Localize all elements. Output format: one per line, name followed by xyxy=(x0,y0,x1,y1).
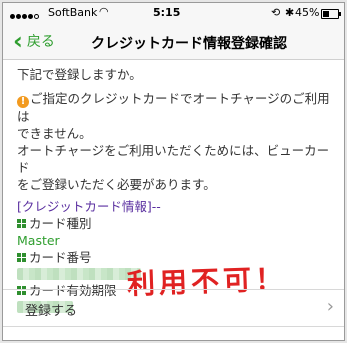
signal-dots-icon xyxy=(10,9,40,22)
register-button[interactable]: 登録する › xyxy=(3,289,344,327)
screen-frame: SoftBank ◠ 5:15 ⟲ ✱ 45% ‹ 戻る クレジットカード情報登… xyxy=(2,2,345,341)
green-square-icon xyxy=(17,218,27,229)
bluetooth-icon: ✱ xyxy=(285,6,295,19)
section-title: [クレジットカード情報]-- xyxy=(17,199,161,214)
page-title: クレジットカード情報登録確認 xyxy=(91,36,287,52)
info-line-1: オートチャージをご利用いただくためには、ビューカード xyxy=(17,143,330,175)
warning-message: ! ご指定のクレジットカードでオートチャージのご利用は できません。 オートチャー… xyxy=(17,90,337,193)
card-number-redacted xyxy=(17,268,141,280)
warning-line-1: ご指定のクレジットカードでオートチャージのご利用は xyxy=(17,91,330,124)
card-type-value: Master xyxy=(17,233,60,248)
back-button[interactable]: ‹ 戻る xyxy=(13,28,55,54)
chevron-left-icon: ‹ xyxy=(13,27,23,55)
chevron-right-icon: › xyxy=(326,296,334,317)
info-line-2: をご登録いただく必要があります。 xyxy=(17,177,216,192)
card-type-label: カード種別 xyxy=(29,216,92,231)
wifi-icon: ◠ xyxy=(99,5,109,18)
status-time: 5:15 xyxy=(153,6,181,19)
status-bar: SoftBank ◠ 5:15 ⟲ ✱ 45% xyxy=(3,3,344,23)
back-button-label: 戻る xyxy=(26,34,55,50)
card-number-label: カード番号 xyxy=(29,250,92,265)
battery-icon xyxy=(321,9,341,19)
warning-icon: ! xyxy=(17,96,29,108)
navigation-bar: ‹ 戻る クレジットカード情報登録確認 xyxy=(3,23,344,60)
rotation-lock-icon: ⟲ xyxy=(271,6,281,19)
register-label: 登録する xyxy=(25,304,78,319)
carrier-name: SoftBank xyxy=(48,6,98,19)
green-square-icon xyxy=(17,252,27,263)
warning-line-2: できません。 xyxy=(17,126,92,141)
prompt-text: 下記で登録しますか。 xyxy=(17,67,142,82)
battery-percent: 45% xyxy=(295,6,320,19)
card-type-row: カード種別 xyxy=(17,215,337,232)
